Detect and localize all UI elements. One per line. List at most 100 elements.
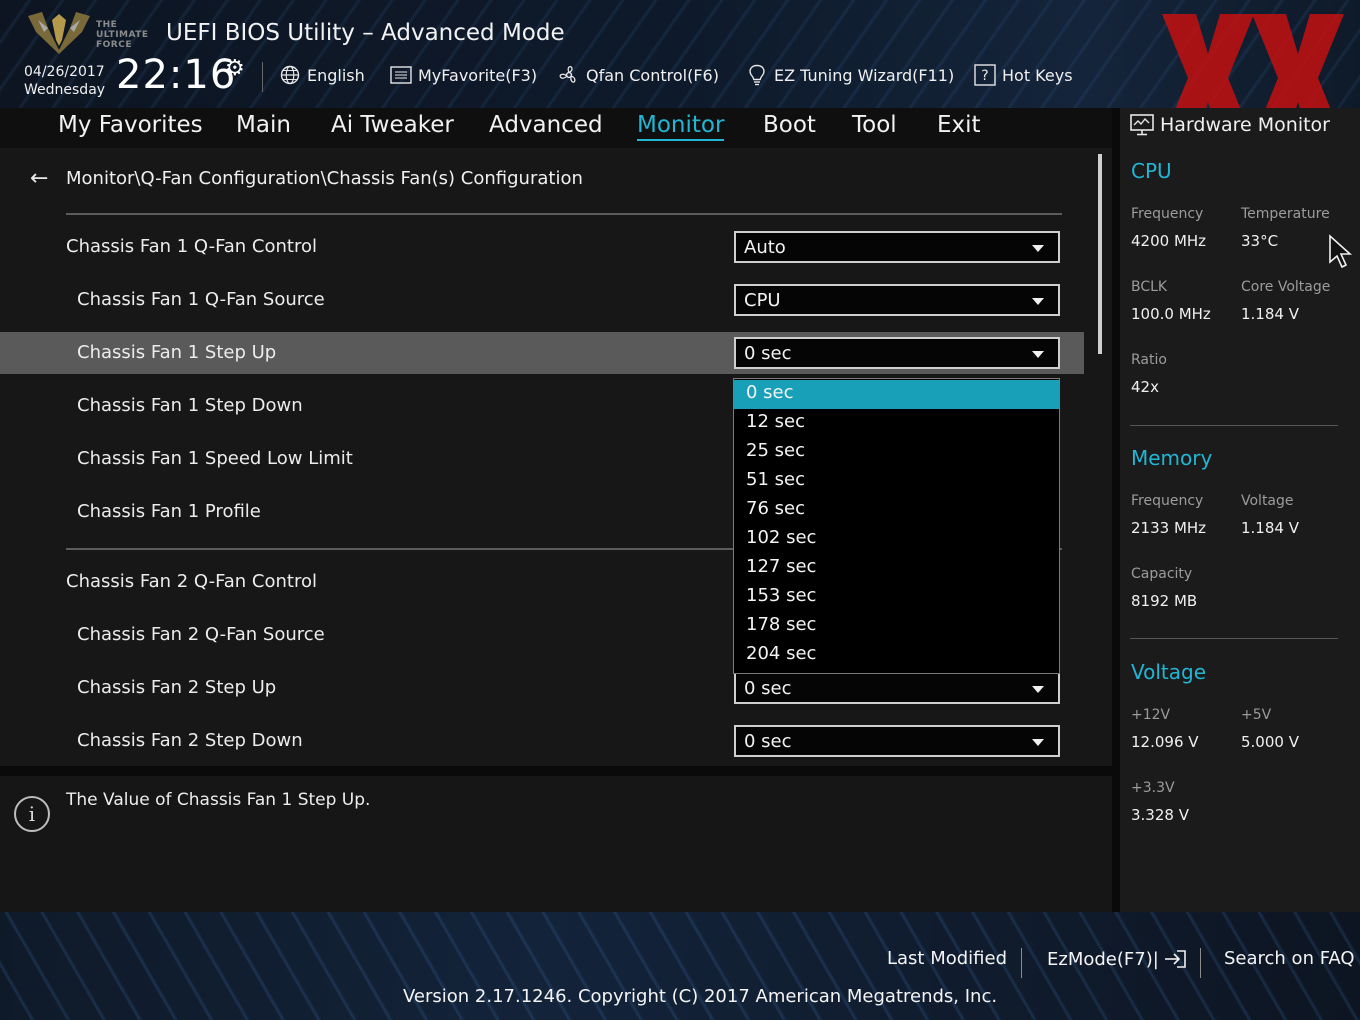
- dropdown-value: 0 sec: [744, 343, 792, 364]
- ratio-label: Ratio: [1131, 352, 1167, 368]
- option-label: 51 sec: [746, 469, 805, 490]
- search-on-faq-button[interactable]: Search on FAQ: [1224, 948, 1355, 969]
- qfan-control-label: Qfan Control(F6): [586, 65, 719, 85]
- option-item[interactable]: 204 sec: [734, 641, 1059, 670]
- tab-exit[interactable]: Exit: [937, 112, 981, 138]
- ezmode-label: EzMode(F7)|: [1047, 948, 1159, 970]
- dropdown-value: Auto: [744, 237, 786, 258]
- chassis-fan1-qfan-control-dropdown[interactable]: Auto: [734, 231, 1060, 263]
- v12-value: 12.096 V: [1131, 733, 1199, 751]
- ezmode-button[interactable]: EzMode(F7)|: [1047, 948, 1187, 970]
- dropdown-value: 0 sec: [744, 731, 792, 752]
- option-item[interactable]: 102 sec: [734, 525, 1059, 554]
- option-item[interactable]: 153 sec: [734, 583, 1059, 612]
- step-up-options-list: 0 sec 12 sec 25 sec 51 sec 76 sec 102 se…: [733, 378, 1060, 674]
- option-label: 204 sec: [746, 643, 817, 664]
- main-nav-bar: My Favorites Main Ai Tweaker Advanced Mo…: [0, 108, 1112, 148]
- setting-label: Chassis Fan 1 Speed Low Limit: [77, 448, 353, 469]
- footer-divider: [1200, 948, 1201, 978]
- option-label: 0 sec: [746, 382, 794, 403]
- tab-tool[interactable]: Tool: [852, 112, 897, 138]
- mouse-pointer-icon: [1329, 234, 1353, 269]
- setting-label: Chassis Fan 2 Q-Fan Control: [66, 571, 317, 592]
- chassis-fan1-step-up-dropdown[interactable]: 0 sec: [734, 337, 1060, 369]
- cpu-section-title: CPU: [1131, 159, 1172, 183]
- setting-row[interactable]: Chassis Fan 2 Step Down 0 sec: [0, 720, 1084, 762]
- option-item[interactable]: 76 sec: [734, 496, 1059, 525]
- help-key-icon: ?: [974, 64, 996, 86]
- option-label: 76 sec: [746, 498, 805, 519]
- back-arrow-icon[interactable]: ←: [30, 166, 48, 191]
- setting-label: Chassis Fan 1 Q-Fan Source: [77, 289, 325, 310]
- ez-tuning-wizard-label: EZ Tuning Wizard(F11): [774, 65, 955, 85]
- caret-down-icon: [1032, 245, 1044, 252]
- date-text: 04/26/2017: [24, 64, 105, 80]
- chassis-fan1-qfan-source-dropdown[interactable]: CPU: [734, 284, 1060, 316]
- bottom-footer: Last Modified EzMode(F7)| Search on FAQ …: [0, 912, 1360, 1020]
- chassis-fan2-step-down-dropdown[interactable]: 0 sec: [734, 725, 1060, 757]
- option-item[interactable]: 127 sec: [734, 554, 1059, 583]
- v5-label: +5V: [1241, 707, 1272, 723]
- cpu-frequency-value: 4200 MHz: [1131, 232, 1207, 250]
- header-divider: [262, 62, 263, 92]
- logo-line: THE: [96, 20, 118, 30]
- qfan-control-button[interactable]: Qfan Control(F6): [558, 62, 719, 88]
- myfavorite-button[interactable]: MyFavorite(F3): [390, 62, 537, 88]
- last-modified-button[interactable]: Last Modified: [887, 948, 1007, 969]
- cpu-temperature-value: 33°C: [1241, 232, 1279, 250]
- logo-text: THE ULTIMATE FORCE: [96, 20, 149, 50]
- option-label: 153 sec: [746, 585, 817, 606]
- core-voltage-label: Core Voltage: [1241, 279, 1331, 295]
- ez-tuning-wizard-button[interactable]: EZ Tuning Wizard(F11): [746, 62, 954, 88]
- myfavorite-label: MyFavorite(F3): [418, 65, 538, 85]
- cpu-temperature-label: Temperature: [1241, 206, 1330, 222]
- hot-keys-button[interactable]: ? Hot Keys: [974, 62, 1073, 88]
- caret-down-icon: [1032, 351, 1044, 358]
- breadcrumb: Monitor\Q-Fan Configuration\Chassis Fan(…: [66, 168, 583, 189]
- bclk-value: 100.0 MHz: [1131, 305, 1211, 323]
- memory-frequency-label: Frequency: [1131, 493, 1204, 509]
- caret-down-icon: [1032, 739, 1044, 746]
- option-item-selected[interactable]: 0 sec: [734, 380, 1059, 409]
- tab-advanced[interactable]: Advanced: [489, 112, 603, 138]
- caret-down-icon: [1032, 298, 1044, 305]
- tab-main[interactable]: Main: [236, 112, 291, 138]
- option-label: 127 sec: [746, 556, 817, 577]
- tab-ai-tweaker[interactable]: Ai Tweaker: [331, 112, 454, 138]
- section-divider: [66, 213, 1062, 215]
- help-text: The Value of Chassis Fan 1 Step Up.: [66, 790, 371, 810]
- core-voltage-value: 1.184 V: [1241, 305, 1299, 323]
- option-item[interactable]: 51 sec: [734, 467, 1059, 496]
- v12-label: +12V: [1131, 707, 1171, 723]
- hw-divider: [1130, 638, 1338, 639]
- tuf-shield-icon: [28, 12, 90, 54]
- settings-scrollbar[interactable]: [1098, 154, 1102, 354]
- option-item[interactable]: 25 sec: [734, 438, 1059, 467]
- setting-label: Chassis Fan 1 Q-Fan Control: [66, 236, 317, 257]
- tab-my-favorites[interactable]: My Favorites: [58, 112, 203, 138]
- app-title: UEFI BIOS Utility – Advanced Mode: [166, 20, 565, 46]
- setting-label: Chassis Fan 2 Step Up: [77, 677, 277, 698]
- language-button[interactable]: English: [279, 62, 365, 88]
- tab-boot[interactable]: Boot: [763, 112, 816, 138]
- tab-monitor[interactable]: Monitor: [637, 112, 725, 141]
- v5-value: 5.000 V: [1241, 733, 1299, 751]
- logo-line: FORCE: [96, 40, 132, 50]
- voltage-section-title: Voltage: [1131, 660, 1207, 684]
- clock-settings-gear-icon[interactable]: ⚙: [225, 56, 245, 81]
- option-item[interactable]: 178 sec: [734, 612, 1059, 641]
- setting-row[interactable]: Chassis Fan 1 Q-Fan Control Auto: [0, 226, 1084, 268]
- exit-arrow-icon: [1164, 950, 1186, 968]
- cpu-frequency-label: Frequency: [1131, 206, 1204, 222]
- capacity-value: 8192 MB: [1131, 592, 1198, 610]
- dropdown-value: 0 sec: [744, 678, 792, 699]
- setting-row[interactable]: Chassis Fan 1 Q-Fan Source CPU: [0, 279, 1084, 321]
- option-item[interactable]: 12 sec: [734, 409, 1059, 438]
- setting-row-selected[interactable]: Chassis Fan 1 Step Up 0 sec: [0, 332, 1084, 374]
- setting-label: Chassis Fan 2 Q-Fan Source: [77, 624, 325, 645]
- chassis-fan2-step-up-dropdown[interactable]: 0 sec: [734, 672, 1060, 704]
- setting-label: Chassis Fan 1 Step Up: [77, 342, 277, 363]
- weekday-text: Wednesday: [24, 82, 106, 98]
- hardware-monitor-panel: Hardware Monitor CPU Frequency Temperatu…: [1120, 108, 1360, 912]
- footer-divider: [1021, 948, 1022, 978]
